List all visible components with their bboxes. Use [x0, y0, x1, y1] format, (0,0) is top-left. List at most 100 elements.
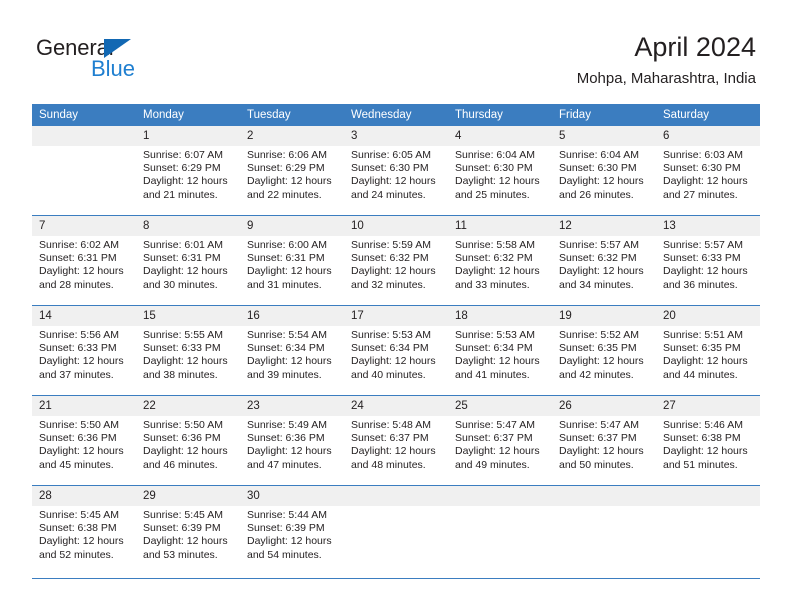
- daylight-text-line1: Daylight: 12 hours: [663, 445, 748, 458]
- sunset-text: Sunset: 6:32 PM: [351, 252, 429, 265]
- sunrise-text: Sunrise: 5:54 AM: [247, 329, 327, 341]
- day-details: Sunrise: 5:50 AM Sunset: 6:36 PM Daylight:…: [136, 416, 240, 472]
- day-details: Sunrise: 6:03 AM Sunset: 6:30 PM Daylight:…: [656, 146, 760, 202]
- day-cell[interactable]: 8 Sunrise: 6:01 AM Sunset: 6:31 PM Daylight…: [136, 215, 240, 306]
- day-number: 27: [656, 396, 760, 416]
- daylight-text-line1: Daylight: 12 hours: [455, 355, 540, 368]
- day-cell[interactable]: 24 Sunrise: 5:48 AM Sunset: 6:37 PM Dayligh…: [344, 395, 448, 486]
- day-cell[interactable]: 14 Sunrise: 5:56 AM Sunset: 6:33 PM Dayligh…: [32, 305, 136, 396]
- daylight-text-line1: Daylight: 12 hours: [559, 175, 644, 188]
- day-number: 20: [656, 306, 760, 326]
- daylight-text-line2: and 47 minutes.: [247, 458, 322, 471]
- sunset-text: Sunset: 6:30 PM: [663, 162, 741, 175]
- day-details: Sunrise: 5:45 AM Sunset: 6:38 PM Daylight:…: [32, 506, 136, 562]
- daylight-text-line2: and 41 minutes.: [455, 368, 530, 381]
- day-cell[interactable]: 25 Sunrise: 5:47 AM Sunset: 6:37 PM Dayligh…: [448, 395, 552, 486]
- day-number: 22: [136, 396, 240, 416]
- sunset-text: Sunset: 6:35 PM: [663, 342, 741, 355]
- sunrise-text: Sunrise: 6:01 AM: [143, 239, 223, 251]
- day-details: Sunrise: 5:54 AM Sunset: 6:34 PM Daylight:…: [240, 326, 344, 382]
- day-number: 28: [32, 486, 136, 506]
- day-cell[interactable]: 12 Sunrise: 5:57 AM Sunset: 6:32 PM Dayligh…: [552, 215, 656, 306]
- day-cell[interactable]: [552, 485, 656, 575]
- daylight-text-line1: Daylight: 12 hours: [351, 355, 436, 368]
- day-number: 26: [552, 396, 656, 416]
- sunset-text: Sunset: 6:31 PM: [143, 252, 221, 265]
- day-details: Sunrise: 5:57 AM Sunset: 6:33 PM Daylight:…: [656, 236, 760, 292]
- calendar-bottom-rule: [32, 578, 760, 579]
- daylight-text-line2: and 33 minutes.: [455, 278, 530, 291]
- day-number: 23: [240, 396, 344, 416]
- day-cell[interactable]: 22 Sunrise: 5:50 AM Sunset: 6:36 PM Dayligh…: [136, 395, 240, 486]
- day-cell[interactable]: 2 Sunrise: 6:06 AM Sunset: 6:29 PM Daylight…: [240, 126, 344, 216]
- day-number: 21: [32, 396, 136, 416]
- sunrise-text: Sunrise: 5:56 AM: [39, 329, 119, 341]
- day-number: 14: [32, 306, 136, 326]
- sunset-text: Sunset: 6:38 PM: [663, 432, 741, 445]
- daylight-text-line2: and 38 minutes.: [143, 368, 218, 381]
- sunset-text: Sunset: 6:36 PM: [143, 432, 221, 445]
- day-cell[interactable]: 29 Sunrise: 5:45 AM Sunset: 6:39 PM Dayligh…: [136, 485, 240, 575]
- day-details: [552, 506, 656, 509]
- day-cell[interactable]: 15 Sunrise: 5:55 AM Sunset: 6:33 PM Dayligh…: [136, 305, 240, 396]
- sunset-text: Sunset: 6:37 PM: [455, 432, 533, 445]
- day-cell[interactable]: 5 Sunrise: 6:04 AM Sunset: 6:30 PM Daylight…: [552, 126, 656, 216]
- day-cell[interactable]: 10 Sunrise: 5:59 AM Sunset: 6:32 PM Dayligh…: [344, 215, 448, 306]
- day-cell[interactable]: [448, 485, 552, 575]
- day-number: 11: [448, 216, 552, 236]
- day-cell[interactable]: 30 Sunrise: 5:44 AM Sunset: 6:39 PM Dayligh…: [240, 485, 344, 575]
- day-number: 29: [136, 486, 240, 506]
- day-details: Sunrise: 5:51 AM Sunset: 6:35 PM Daylight:…: [656, 326, 760, 382]
- sunset-text: Sunset: 6:39 PM: [143, 522, 221, 535]
- sunrise-text: Sunrise: 6:06 AM: [247, 149, 327, 161]
- day-cell[interactable]: [32, 126, 136, 216]
- day-cell[interactable]: 7 Sunrise: 6:02 AM Sunset: 6:31 PM Daylight…: [32, 215, 136, 306]
- day-cell[interactable]: 16 Sunrise: 5:54 AM Sunset: 6:34 PM Dayligh…: [240, 305, 344, 396]
- sunrise-text: Sunrise: 5:47 AM: [455, 419, 535, 431]
- sunrise-text: Sunrise: 6:05 AM: [351, 149, 431, 161]
- day-cell[interactable]: 1 Sunrise: 6:07 AM Sunset: 6:29 PM Daylight…: [136, 126, 240, 216]
- day-cell[interactable]: 23 Sunrise: 5:49 AM Sunset: 6:36 PM Dayligh…: [240, 395, 344, 486]
- weekday-header-thursday: Thursday: [448, 104, 552, 126]
- day-details: Sunrise: 5:53 AM Sunset: 6:34 PM Daylight:…: [448, 326, 552, 382]
- day-number: 12: [552, 216, 656, 236]
- day-cell[interactable]: 28 Sunrise: 5:45 AM Sunset: 6:38 PM Dayligh…: [32, 485, 136, 575]
- day-number: 16: [240, 306, 344, 326]
- day-cell[interactable]: 20 Sunrise: 5:51 AM Sunset: 6:35 PM Dayligh…: [656, 305, 760, 396]
- daylight-text-line1: Daylight: 12 hours: [143, 355, 228, 368]
- day-cell[interactable]: 26 Sunrise: 5:47 AM Sunset: 6:37 PM Dayligh…: [552, 395, 656, 486]
- week-row: 1 Sunrise: 6:07 AM Sunset: 6:29 PM Daylight…: [32, 126, 760, 216]
- daylight-text-line1: Daylight: 12 hours: [455, 175, 540, 188]
- day-cell[interactable]: 4 Sunrise: 6:04 AM Sunset: 6:30 PM Daylight…: [448, 126, 552, 216]
- sunset-text: Sunset: 6:36 PM: [247, 432, 325, 445]
- sunrise-text: Sunrise: 6:04 AM: [559, 149, 639, 161]
- daylight-text-line1: Daylight: 12 hours: [39, 265, 124, 278]
- sunset-text: Sunset: 6:33 PM: [663, 252, 741, 265]
- sunset-text: Sunset: 6:30 PM: [351, 162, 429, 175]
- day-details: Sunrise: 6:04 AM Sunset: 6:30 PM Daylight:…: [448, 146, 552, 202]
- day-cell[interactable]: 19 Sunrise: 5:52 AM Sunset: 6:35 PM Dayligh…: [552, 305, 656, 396]
- day-cell[interactable]: 9 Sunrise: 6:00 AM Sunset: 6:31 PM Daylight…: [240, 215, 344, 306]
- day-number: 24: [344, 396, 448, 416]
- day-cell[interactable]: [344, 485, 448, 575]
- day-cell[interactable]: 21 Sunrise: 5:50 AM Sunset: 6:36 PM Dayligh…: [32, 395, 136, 486]
- logo-text-blue: Blue: [91, 56, 136, 81]
- daylight-text-line1: Daylight: 12 hours: [247, 175, 332, 188]
- day-cell[interactable]: 11 Sunrise: 5:58 AM Sunset: 6:32 PM Dayligh…: [448, 215, 552, 306]
- sunrise-text: Sunrise: 6:02 AM: [39, 239, 119, 251]
- day-cell[interactable]: 3 Sunrise: 6:05 AM Sunset: 6:30 PM Daylight…: [344, 126, 448, 216]
- day-cell[interactable]: 27 Sunrise: 5:46 AM Sunset: 6:38 PM Dayligh…: [656, 395, 760, 486]
- day-cell[interactable]: 13 Sunrise: 5:57 AM Sunset: 6:33 PM Dayligh…: [656, 215, 760, 306]
- day-number: 5: [552, 126, 656, 146]
- daylight-text-line2: and 50 minutes.: [559, 458, 634, 471]
- day-cell[interactable]: 18 Sunrise: 5:53 AM Sunset: 6:34 PM Dayligh…: [448, 305, 552, 396]
- daylight-text-line2: and 44 minutes.: [663, 368, 738, 381]
- generalblue-logo[interactable]: General Blue: [36, 36, 166, 86]
- daylight-text-line2: and 42 minutes.: [559, 368, 634, 381]
- sunrise-text: Sunrise: 5:50 AM: [143, 419, 223, 431]
- day-number: 7: [32, 216, 136, 236]
- day-cell[interactable]: [656, 485, 760, 575]
- day-cell[interactable]: 6 Sunrise: 6:03 AM Sunset: 6:30 PM Daylight…: [656, 126, 760, 216]
- day-cell[interactable]: 17 Sunrise: 5:53 AM Sunset: 6:34 PM Dayligh…: [344, 305, 448, 396]
- daylight-text-line1: Daylight: 12 hours: [39, 355, 124, 368]
